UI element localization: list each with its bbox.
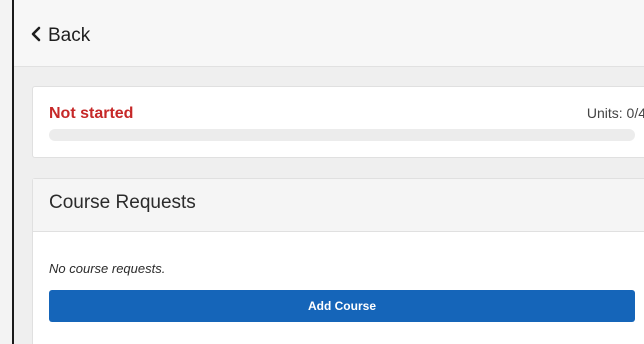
chevron-left-icon	[30, 26, 42, 47]
top-bar: Back	[14, 0, 644, 67]
empty-message: No course requests.	[49, 261, 166, 276]
course-requests-header: Course Requests	[33, 179, 644, 232]
app-frame: Back Not started Units: 0/4 Course Reque…	[12, 0, 644, 344]
back-link[interactable]: Back	[30, 24, 90, 48]
status-label: Not started	[49, 105, 134, 122]
course-requests-card: Course Requests No course requests. Add …	[32, 178, 644, 344]
back-label: Back	[48, 25, 91, 46]
status-card: Not started Units: 0/4	[32, 86, 644, 158]
progress-bar	[49, 129, 635, 141]
units-count: Units: 0/4	[586, 105, 644, 121]
add-course-button[interactable]: Add Course	[49, 290, 635, 322]
course-requests-title: Course Requests	[49, 192, 196, 213]
